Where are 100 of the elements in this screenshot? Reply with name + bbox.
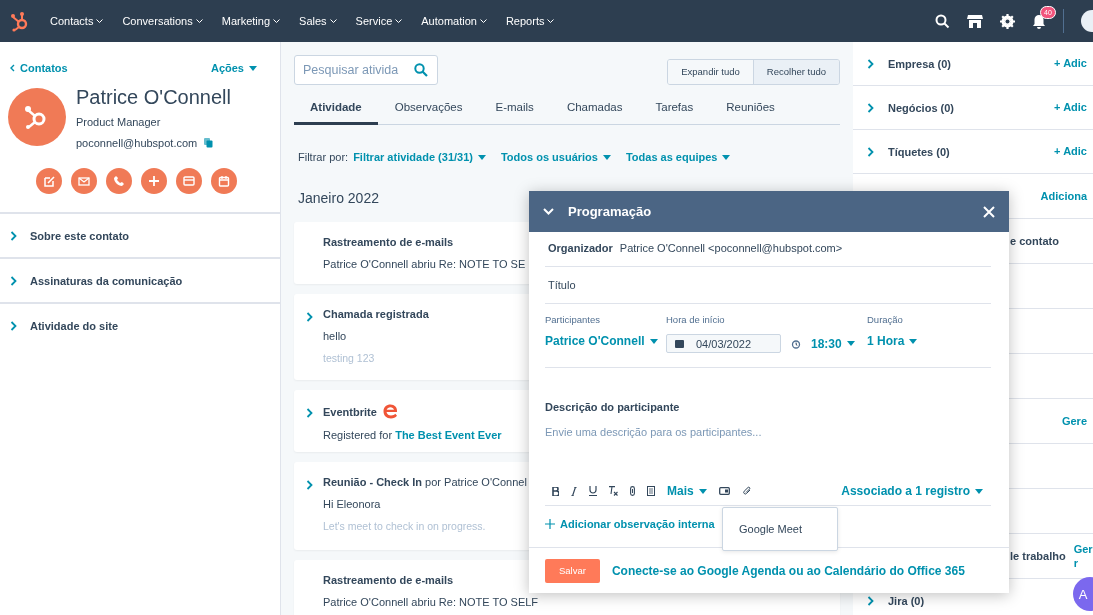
nav-menu-item[interactable]: Sales — [299, 15, 337, 27]
link-button[interactable] — [630, 486, 635, 496]
nav-menu-item[interactable]: Service — [355, 15, 403, 27]
caret-icon — [649, 338, 658, 344]
close-button[interactable] — [983, 205, 995, 218]
connect-calendar-link[interactable]: Conecte-se ao Google Agenda ou ao Calendário do Office 365 — [611, 563, 965, 578]
chevron-icon[interactable] — [867, 58, 874, 69]
time-dropdown[interactable]: 18:30 — [811, 336, 855, 351]
add-link[interactable]: + Adic — [1054, 55, 1089, 72]
chevron-down-icon — [479, 18, 487, 24]
chevron-down-icon — [395, 18, 403, 24]
clear-format-button[interactable] — [609, 486, 618, 496]
nav-menu-item[interactable]: Reports — [505, 15, 555, 27]
collapse-icon[interactable] — [543, 208, 554, 215]
add-link[interactable]: Adiciona — [1040, 187, 1089, 205]
underline-button[interactable] — [589, 486, 597, 496]
activity-title: Eventbrite — [323, 405, 377, 418]
snippet-button[interactable] — [647, 486, 655, 496]
envelope-button[interactable] — [70, 168, 97, 194]
brand-logo-icon — [381, 404, 399, 419]
window-button[interactable] — [175, 168, 202, 194]
activity-preview: Let's meet to check in on progress. — [323, 520, 486, 532]
copy-icon[interactable] — [204, 138, 214, 148]
chevron-icon[interactable] — [306, 312, 313, 322]
section-header[interactable]: Sobre este contato — [0, 212, 280, 257]
activity-title: Rastreamento de e-mails — [323, 574, 454, 586]
tab[interactable]: Tarefas — [639, 94, 710, 125]
duration-dropdown[interactable]: 1 Hora — [867, 334, 918, 348]
video-icon — [718, 487, 730, 495]
nav-menu-item[interactable]: Conversations — [122, 15, 203, 27]
toggle-button[interactable]: Recolher tudo — [752, 59, 839, 84]
underline-icon — [589, 486, 597, 496]
nav-menu-item[interactable]: Marketing — [221, 15, 281, 27]
description-field[interactable]: Envie uma descrição para os participantes... — [545, 413, 991, 438]
more-dropdown[interactable]: Mais — [667, 484, 707, 498]
section-header[interactable]: Atividade do site — [0, 302, 280, 347]
activity-text: hello — [323, 330, 347, 342]
close-icon — [983, 205, 995, 218]
sprocket-logo-icon[interactable] — [10, 10, 30, 32]
italic-button[interactable] — [571, 486, 577, 496]
back-link[interactable]: Contatos — [10, 62, 68, 74]
chevron-icon[interactable] — [867, 146, 874, 157]
nav-menu-item[interactable]: Automation — [421, 15, 487, 27]
tab[interactable]: E-mails — [479, 94, 550, 125]
add-link[interactable]: Gere — [1061, 412, 1089, 430]
chevron-icon[interactable] — [10, 320, 17, 331]
search-icon[interactable] — [935, 13, 950, 29]
chevron-icon[interactable] — [306, 408, 313, 418]
phone-button[interactable] — [105, 168, 132, 194]
tab[interactable]: Atividade — [294, 94, 378, 125]
actions-menu[interactable]: Ações — [210, 62, 257, 74]
calendar-button[interactable] — [210, 168, 237, 194]
notification-bell-icon[interactable] — [1032, 13, 1046, 29]
envelope-icon — [77, 175, 90, 187]
tab[interactable]: Chamadas — [550, 94, 639, 125]
tab[interactable]: Observações — [378, 94, 479, 125]
section-title: Tíquetes (0) — [888, 145, 950, 158]
chevron-down-icon — [547, 18, 555, 24]
plus-button[interactable] — [140, 168, 167, 194]
add-link[interactable]: + Adic — [1054, 143, 1089, 160]
caret-icon — [477, 154, 486, 160]
document-icon — [647, 486, 655, 496]
chevron-down-icon — [329, 18, 337, 24]
chevron-icon[interactable] — [867, 595, 874, 606]
store-icon[interactable] — [967, 13, 983, 29]
chevron-icon[interactable] — [10, 275, 17, 286]
add-note-link[interactable]: Adicionar observação interna — [545, 518, 715, 530]
nav-menu-item[interactable]: Contacts — [50, 15, 104, 27]
chevron-icon[interactable] — [306, 480, 313, 490]
participants-dropdown[interactable]: Patrice O'Connell — [545, 334, 658, 348]
italic-icon — [571, 486, 577, 496]
contact-name: Patrice O'Connell — [76, 86, 231, 109]
chevron-icon[interactable] — [867, 102, 874, 113]
tab[interactable]: Reuniões — [710, 94, 791, 125]
section-header[interactable]: Assinaturas da comunicação — [0, 257, 280, 302]
activity-title: Reunião - Check In por Patrice O'Connel — [323, 476, 527, 488]
date-field[interactable]: 04/03/2022 — [666, 334, 781, 353]
caret-icon — [722, 154, 731, 160]
edit-icon — [42, 175, 55, 187]
settings-icon[interactable] — [1000, 13, 1015, 29]
activity-title: Chamada registrada — [323, 308, 429, 320]
duration-label: Duração — [867, 314, 904, 325]
caret-icon — [975, 488, 983, 494]
associations-dropdown[interactable]: Associado a 1 registro — [841, 484, 983, 498]
activity-text: Patrice O'Connell abriu Re: NOTE TO SELF — [323, 596, 539, 608]
filter-dropdown[interactable]: Todas as equipes — [625, 151, 731, 163]
chevron-down-icon — [273, 18, 281, 24]
video-button[interactable] — [718, 487, 730, 495]
edit-button[interactable] — [35, 168, 62, 194]
bold-button[interactable] — [552, 486, 559, 496]
search-field[interactable]: Pesquisar ativida — [294, 55, 438, 85]
caret-icon — [909, 338, 918, 344]
window-icon — [182, 175, 195, 187]
dropdown-option[interactable]: Google Meet — [722, 507, 838, 551]
search-icon — [414, 63, 428, 77]
add-link[interactable]: + Adic — [1054, 99, 1089, 116]
chat-button[interactable]: A — [1073, 577, 1093, 611]
section-title: Negócios (0) — [888, 101, 954, 114]
chevron-icon[interactable] — [10, 230, 17, 241]
add-link[interactable]: Ger r — [1073, 541, 1093, 571]
